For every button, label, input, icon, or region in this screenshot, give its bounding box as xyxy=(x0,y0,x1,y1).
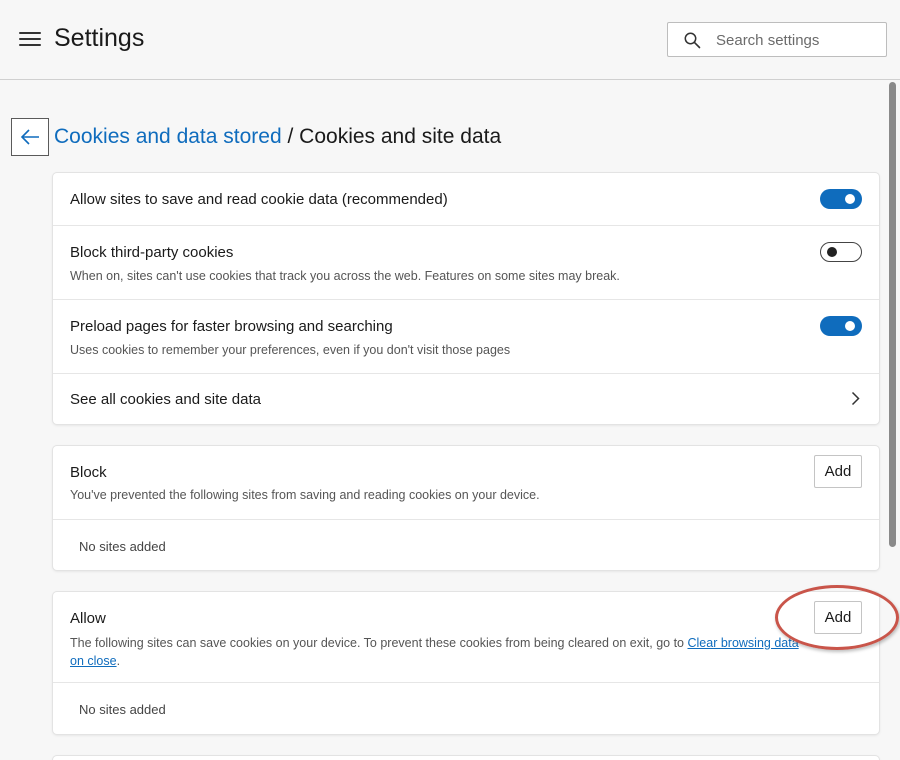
search-input[interactable] xyxy=(716,29,881,51)
setting-row-allow-save: Allow sites to save and read cookie data… xyxy=(53,173,879,225)
menu-icon[interactable] xyxy=(19,30,41,48)
allow-section-card: Allow The following sites can save cooki… xyxy=(53,592,879,734)
see-all-cookies-row[interactable]: See all cookies and site data xyxy=(53,373,879,424)
setting-description: Uses cookies to remember your preference… xyxy=(70,343,511,357)
chevron-right-icon xyxy=(851,391,860,406)
allow-section-header: Allow The following sites can save cooki… xyxy=(53,592,879,682)
empty-list-text: No sites added xyxy=(79,702,166,717)
block-section-card: Block You've prevented the following sit… xyxy=(53,446,879,570)
block-section-header: Block You've prevented the following sit… xyxy=(53,446,879,519)
scrollbar-thumb[interactable] xyxy=(889,82,896,547)
page-title: Settings xyxy=(54,24,145,52)
setting-description: When on, sites can't use cookies that tr… xyxy=(70,269,620,283)
back-button[interactable] xyxy=(11,118,49,156)
cookie-settings-card: Allow sites to save and read cookie data… xyxy=(53,173,879,424)
section-description-suffix: . xyxy=(116,654,121,668)
setting-row-preload: Preload pages for faster browsing and se… xyxy=(53,299,879,373)
arrow-left-icon xyxy=(20,129,39,145)
allow-save-toggle[interactable] xyxy=(820,189,862,209)
setting-title: See all cookies and site data xyxy=(70,391,261,408)
section-title: Allow xyxy=(70,610,106,627)
section-description: The following sites can save cookies on … xyxy=(70,634,810,670)
breadcrumb: Cookies and data stored / Cookies and si… xyxy=(54,125,501,149)
breadcrumb-separator: / xyxy=(281,125,300,148)
section-description-text: The following sites can save cookies on … xyxy=(70,636,688,650)
header-bar: Settings xyxy=(0,0,900,80)
search-box[interactable] xyxy=(667,22,887,57)
breadcrumb-link-cookies-data-stored[interactable]: Cookies and data stored xyxy=(54,125,282,148)
scrollbar[interactable] xyxy=(886,82,900,760)
allow-site-list: No sites added xyxy=(53,682,879,734)
block-third-party-toggle[interactable] xyxy=(820,242,862,262)
setting-title: Allow sites to save and read cookie data… xyxy=(70,191,448,208)
empty-list-text: No sites added xyxy=(79,539,166,554)
section-title: Block xyxy=(70,464,107,481)
clear-browsing-data-link[interactable]: Clear browsing data xyxy=(687,636,798,650)
breadcrumb-current: Cookies and site data xyxy=(299,125,502,148)
preload-toggle[interactable] xyxy=(820,316,862,336)
next-section-card xyxy=(53,756,879,760)
setting-title: Block third-party cookies xyxy=(70,244,234,261)
on-close-link[interactable]: on close xyxy=(70,654,117,668)
allow-add-button[interactable]: Add xyxy=(814,601,862,634)
setting-row-block-third-party: Block third-party cookies When on, sites… xyxy=(53,225,879,299)
block-site-list: No sites added xyxy=(53,519,879,570)
block-add-button[interactable]: Add xyxy=(814,455,862,488)
search-icon xyxy=(684,32,701,49)
setting-title: Preload pages for faster browsing and se… xyxy=(70,318,393,335)
section-description: You've prevented the following sites fro… xyxy=(70,488,540,502)
